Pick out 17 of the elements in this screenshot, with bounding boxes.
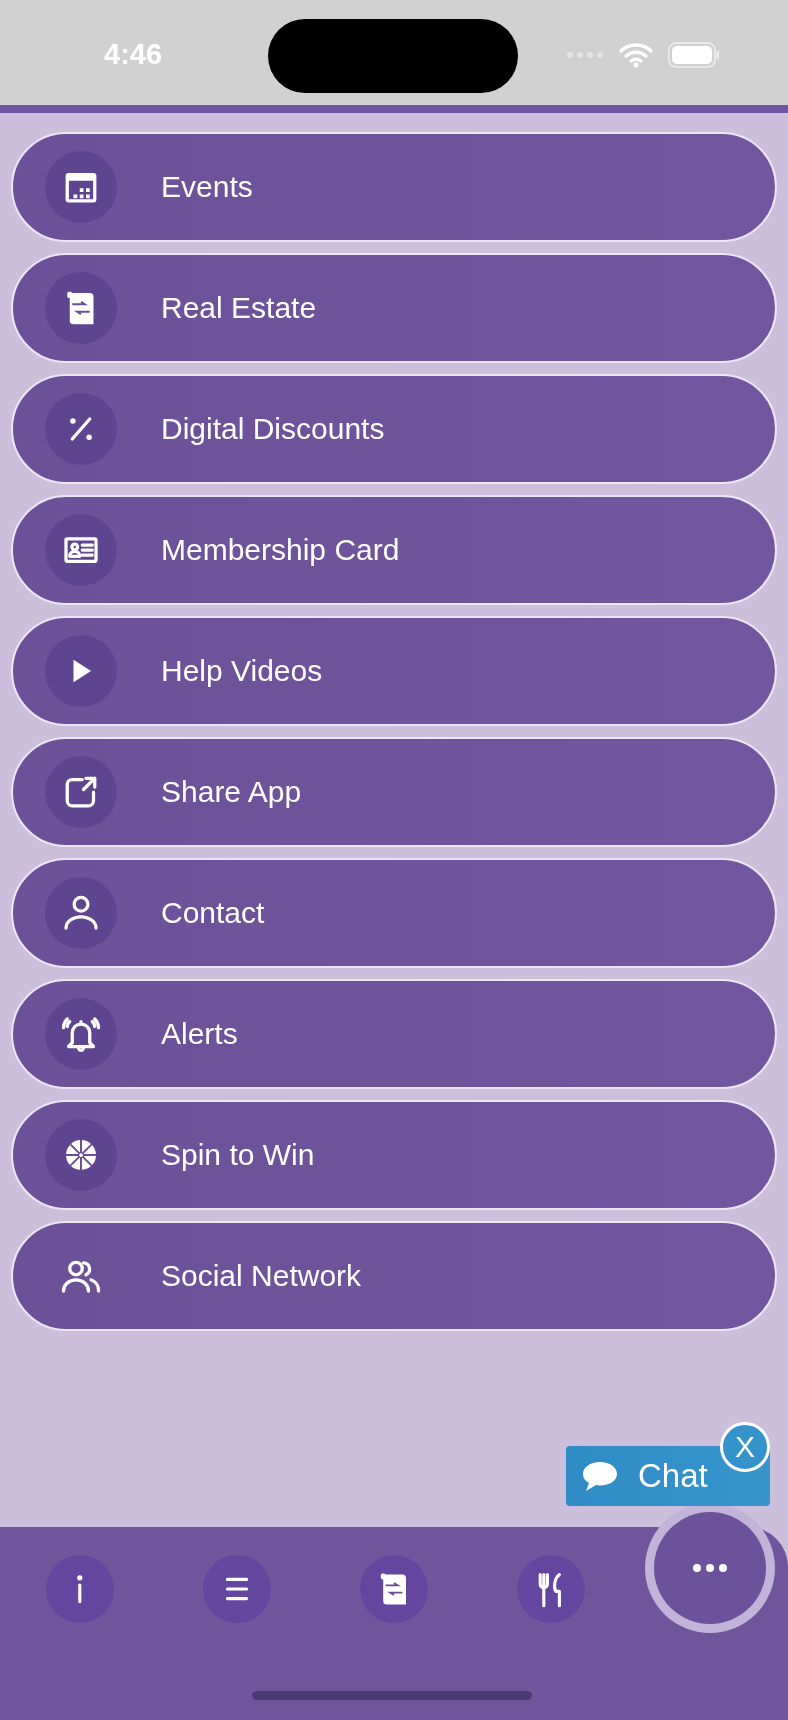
info-icon [75,1573,85,1605]
wifi-icon [618,42,654,68]
speech-bubble-icon [580,1459,620,1493]
menu-item[interactable]: Share App [11,737,777,847]
menu-item[interactable]: Spin to Win [11,1100,777,1210]
menu-item[interactable]: Contact [11,858,777,968]
menu-item[interactable]: Alerts [11,979,777,1089]
menu-item[interactable]: Real Estate [11,253,777,363]
chat-button[interactable]: Chat [566,1446,716,1506]
close-button[interactable]: X [720,1422,770,1472]
menu-item[interactable]: Events [11,132,777,242]
menu-item[interactable]: Digital Discounts [11,374,777,484]
more-icon [692,1563,728,1573]
battery-icon [668,42,720,68]
menu-item[interactable]: Help Videos [11,616,777,726]
menu-item[interactable]: Social Network [11,1221,777,1331]
menu-item[interactable]: Membership Card [11,495,777,605]
